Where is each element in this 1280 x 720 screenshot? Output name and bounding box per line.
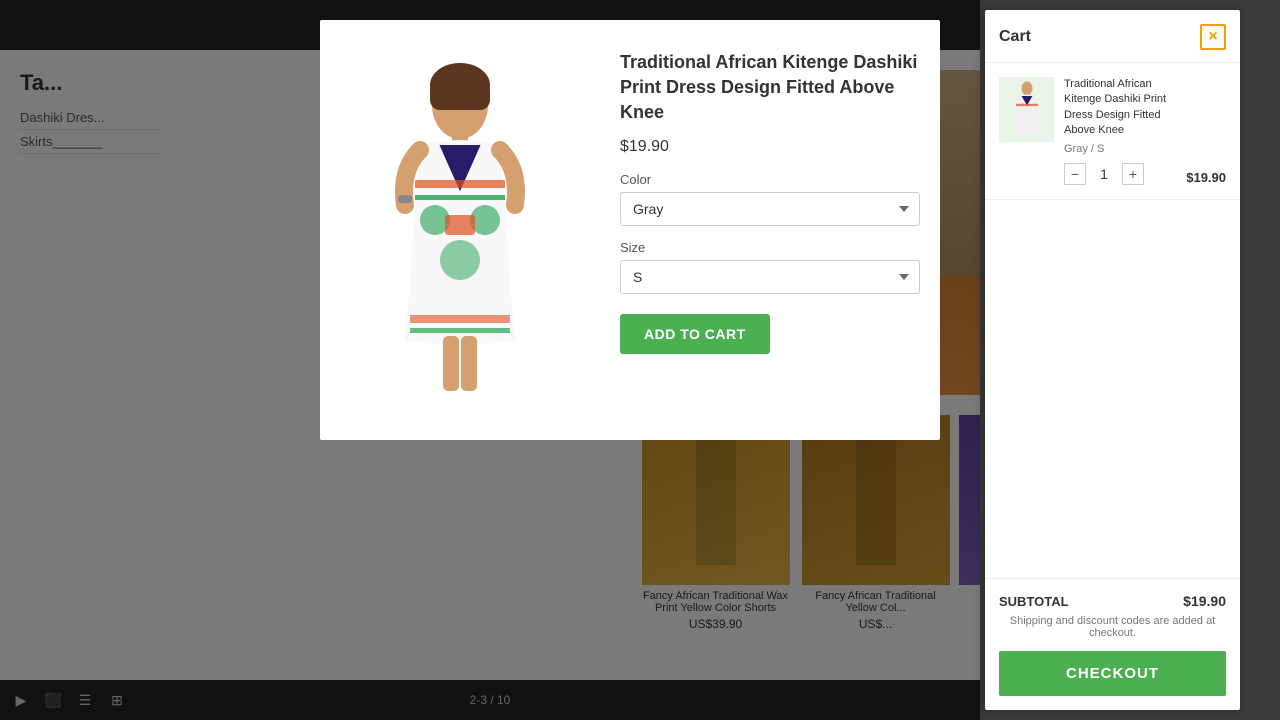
cart-item: Traditional African Kitenge Dashiki Prin… — [985, 63, 1240, 200]
shipping-note: Shipping and discount codes are added at… — [999, 615, 1226, 639]
qty-value: 1 — [1094, 166, 1114, 182]
checkout-button[interactable]: CHECKOUT — [999, 651, 1226, 696]
cart-item-price: $19.90 — [1186, 170, 1226, 185]
cart-close-button[interactable]: × — [1200, 24, 1226, 50]
subtotal-row: SUBTOTAL $19.90 — [999, 593, 1226, 609]
cart-item-image — [999, 77, 1054, 142]
color-label: Color — [620, 172, 920, 187]
cart-item-quantity: − 1 + — [1064, 163, 1176, 185]
cart-item-variant: Gray / S — [1064, 143, 1176, 155]
color-select[interactable]: Gray Black White Blue Red — [620, 192, 920, 226]
cart-header: Cart × — [985, 10, 1240, 63]
add-to-cart-button[interactable]: ADD TO CART — [620, 314, 770, 354]
cart-subtotal-section: SUBTOTAL $19.90 Shipping and discount co… — [985, 578, 1240, 710]
qty-decrease-button[interactable]: − — [1064, 163, 1086, 185]
subtotal-label: SUBTOTAL — [999, 594, 1069, 609]
modal-product-price: $19.90 — [620, 138, 920, 156]
modal-details: Traditional African Kitenge Dashiki Prin… — [600, 20, 940, 440]
modal-image-section — [320, 20, 600, 440]
cart-item-name: Traditional African Kitenge Dashiki Prin… — [1064, 77, 1176, 139]
cart-panel: Cart × Traditional African Kitenge Dashi… — [985, 10, 1240, 710]
cart-title: Cart — [999, 28, 1031, 46]
product-dress-image — [360, 60, 560, 400]
modal-product-title: Traditional African Kitenge Dashiki Prin… — [620, 50, 920, 126]
qty-increase-button[interactable]: + — [1122, 163, 1144, 185]
subtotal-amount: $19.90 — [1183, 593, 1226, 609]
size-select[interactable]: S XS M L XL — [620, 260, 920, 294]
cart-item-details: Traditional African Kitenge Dashiki Prin… — [1064, 77, 1176, 185]
size-label: Size — [620, 240, 920, 255]
product-modal: Traditional African Kitenge Dashiki Prin… — [320, 20, 940, 440]
